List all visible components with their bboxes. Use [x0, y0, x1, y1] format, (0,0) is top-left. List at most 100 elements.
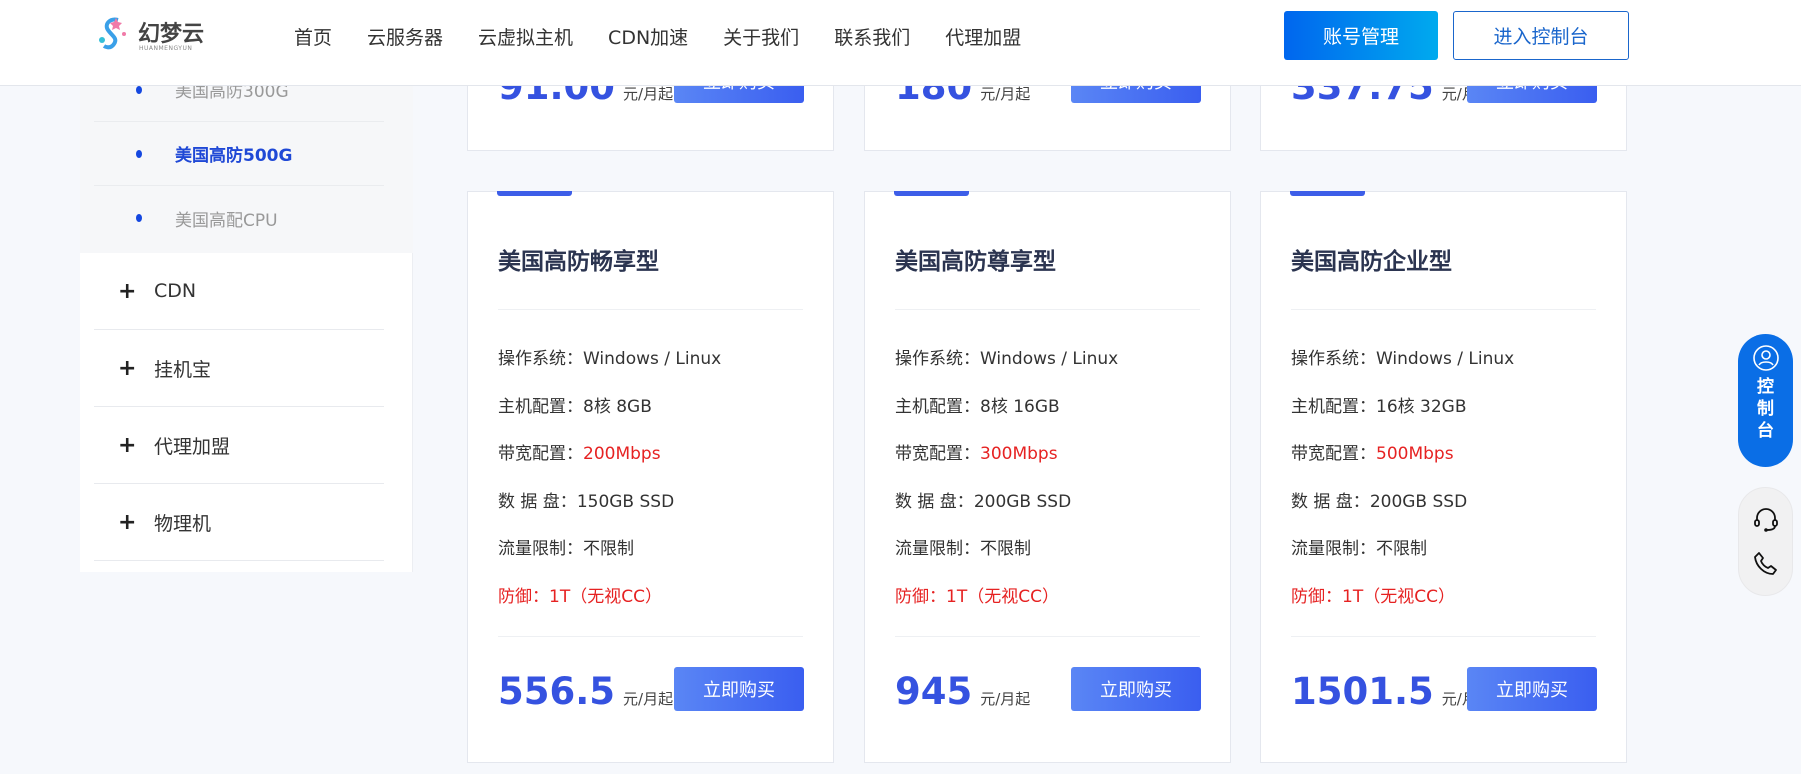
price-value: 556.5 — [498, 670, 616, 713]
divider — [895, 309, 1200, 310]
spec-value: Windows / Linux — [980, 349, 1119, 369]
divider — [895, 636, 1200, 637]
plus-icon: + — [118, 278, 137, 304]
spec-label: 操作系统： — [498, 349, 583, 369]
float-console-button[interactable]: 控制台 — [1738, 334, 1793, 467]
divider — [1291, 309, 1596, 310]
buy-now-button[interactable]: 立即购买 — [674, 667, 804, 711]
price-unit: 元/月起 — [980, 690, 1031, 708]
nav-cloud-server[interactable]: 云服务器 — [367, 24, 443, 52]
product-card: 美国高防尊享型操作系统：Windows / Linux 主机配置：8核 16GB 带… — [864, 191, 1231, 763]
spec-value: 150GB SSD — [576, 491, 675, 512]
product-card: 美国高防畅享型操作系统：Windows / Linux 主机配置：8核 8GB 带宽… — [467, 191, 834, 763]
sidebar-submenu: 美国高防300G 美国高防500G 美国高配CPU — [80, 60, 413, 253]
header: 幻梦云 HUANMENGYUN 首页 云服务器 云虚拟主机 CDN加速 关于我们… — [0, 0, 1801, 86]
price-block: 556.5 元/月起 — [498, 670, 673, 713]
card-title: 美国高防畅享型 — [498, 249, 659, 275]
spec-row: 主机配置：16核 32GB — [1291, 392, 1467, 417]
sidebar-item-label: 物理机 — [154, 512, 212, 535]
spec-row: 数 据 盘：200GB SSD — [895, 487, 1071, 512]
logo-subtext: HUANMENGYUN — [139, 45, 193, 52]
defense-spec: 防御：1T（无视CC） — [895, 587, 1059, 607]
plus-icon: + — [118, 355, 137, 381]
main-nav: 首页 云服务器 云虚拟主机 CDN加速 关于我们 联系我们 代理加盟 — [294, 24, 1056, 52]
spec-row: 流量限制：不限制 — [895, 534, 1031, 559]
spec-value: 200Mbps — [583, 444, 661, 464]
sidebar-item-label: 挂机宝 — [154, 358, 212, 381]
defense-spec: 防御：1T（无视CC） — [498, 587, 662, 607]
spec-row: 带宽配置：300Mbps — [895, 439, 1058, 464]
sidebar-item-agent[interactable]: + 代理加盟 — [94, 407, 384, 484]
spec-value: 200GB SSD — [973, 491, 1072, 512]
spec-label: 流量限制： — [895, 539, 980, 559]
sidebar-item-physical[interactable]: + 物理机 — [94, 484, 384, 561]
divider — [498, 309, 803, 310]
spec-value: Windows / Linux — [583, 349, 722, 369]
user-icon — [1752, 345, 1779, 371]
card-accent-bar — [497, 191, 572, 196]
price-block: 945 元/月起 — [895, 670, 1030, 713]
float-contact-panel — [1738, 487, 1793, 596]
spec-row: 操作系统：Windows / Linux — [1291, 344, 1514, 369]
phone-icon[interactable] — [1751, 549, 1781, 579]
logo-icon — [99, 17, 126, 50]
nav-cdn[interactable]: CDN加速 — [608, 24, 688, 52]
nav-contact[interactable]: 联系我们 — [834, 24, 910, 52]
spec-value: 300Mbps — [980, 444, 1058, 464]
spec-label: 带宽配置： — [895, 444, 980, 464]
subitem-label: 美国高配CPU — [175, 210, 278, 231]
spec-row: 带宽配置：200Mbps — [498, 439, 661, 464]
nav-about[interactable]: 关于我们 — [723, 24, 799, 52]
spec-value: 不限制 — [1376, 539, 1427, 559]
price-unit: 元/月起 — [623, 85, 674, 103]
buy-now-button[interactable]: 立即购买 — [1071, 667, 1201, 711]
card-title: 美国高防企业型 — [1291, 249, 1452, 275]
nav-home[interactable]: 首页 — [294, 24, 332, 52]
spec-label: 带宽配置： — [498, 444, 583, 464]
divider — [498, 636, 803, 637]
spec-label: 主机配置： — [498, 396, 583, 417]
nav-virtual-host[interactable]: 云虚拟主机 — [478, 24, 573, 52]
divider — [1291, 636, 1596, 637]
spec-row: 流量限制：不限制 — [498, 534, 634, 559]
logo[interactable]: 幻梦云 HUANMENGYUN — [96, 14, 216, 66]
sidebar-subitem-cpu[interactable]: 美国高配CPU — [94, 186, 384, 250]
enter-console-button[interactable]: 进入控制台 — [1453, 11, 1629, 60]
product-card: 美国高防企业型操作系统：Windows / Linux 主机配置：16核 32GB… — [1260, 191, 1627, 763]
spec-label: 数 据 盘： — [1291, 491, 1370, 512]
card-title: 美国高防尊享型 — [895, 249, 1056, 275]
spec-value: 16核 32GB — [1376, 396, 1467, 417]
headset-icon[interactable] — [1751, 504, 1781, 534]
spec-label: 主机配置： — [895, 396, 980, 417]
plus-icon: + — [118, 509, 137, 535]
card-accent-bar — [894, 191, 969, 196]
spec-label: 操作系统： — [895, 349, 980, 369]
bullet-icon — [136, 149, 142, 158]
spec-row: 带宽配置：500Mbps — [1291, 439, 1454, 464]
sidebar: 美国高防300G 美国高防500G 美国高配CPU + CDN + 挂机宝 + 代理加… — [80, 60, 413, 572]
account-management-button[interactable]: 账号管理 — [1284, 11, 1438, 60]
spec-row: 主机配置：8核 16GB — [895, 392, 1060, 417]
sidebar-item-label: 代理加盟 — [154, 435, 231, 458]
buy-now-button[interactable]: 立即购买 — [1467, 667, 1597, 711]
spec-row: 主机配置：8核 8GB — [498, 392, 652, 417]
price-value: 945 — [895, 670, 973, 713]
sidebar-item-guajibao[interactable]: + 挂机宝 — [94, 330, 384, 407]
bullet-icon — [136, 214, 142, 222]
spec-label: 带宽配置： — [1291, 444, 1376, 464]
bullet-icon — [136, 85, 142, 94]
plus-icon: + — [118, 432, 137, 458]
spec-label: 流量限制： — [1291, 539, 1376, 559]
price-unit: 元/月起 — [623, 690, 674, 708]
sidebar-item-cdn[interactable]: + CDN — [94, 253, 384, 330]
spec-label: 数 据 盘： — [895, 491, 974, 512]
defense-spec: 防御：1T（无视CC） — [1291, 587, 1455, 607]
spec-row: 数 据 盘：150GB SSD — [498, 487, 674, 512]
spec-label: 流量限制： — [498, 539, 583, 559]
logo-text: 幻梦云 — [138, 22, 205, 47]
sidebar-subitem-500g[interactable]: 美国高防500G — [94, 122, 384, 186]
spec-row: 操作系统：Windows / Linux — [498, 344, 721, 369]
nav-agent[interactable]: 代理加盟 — [945, 24, 1021, 52]
spec-row: 数 据 盘：200GB SSD — [1291, 487, 1467, 512]
spec-value: 不限制 — [980, 539, 1031, 559]
